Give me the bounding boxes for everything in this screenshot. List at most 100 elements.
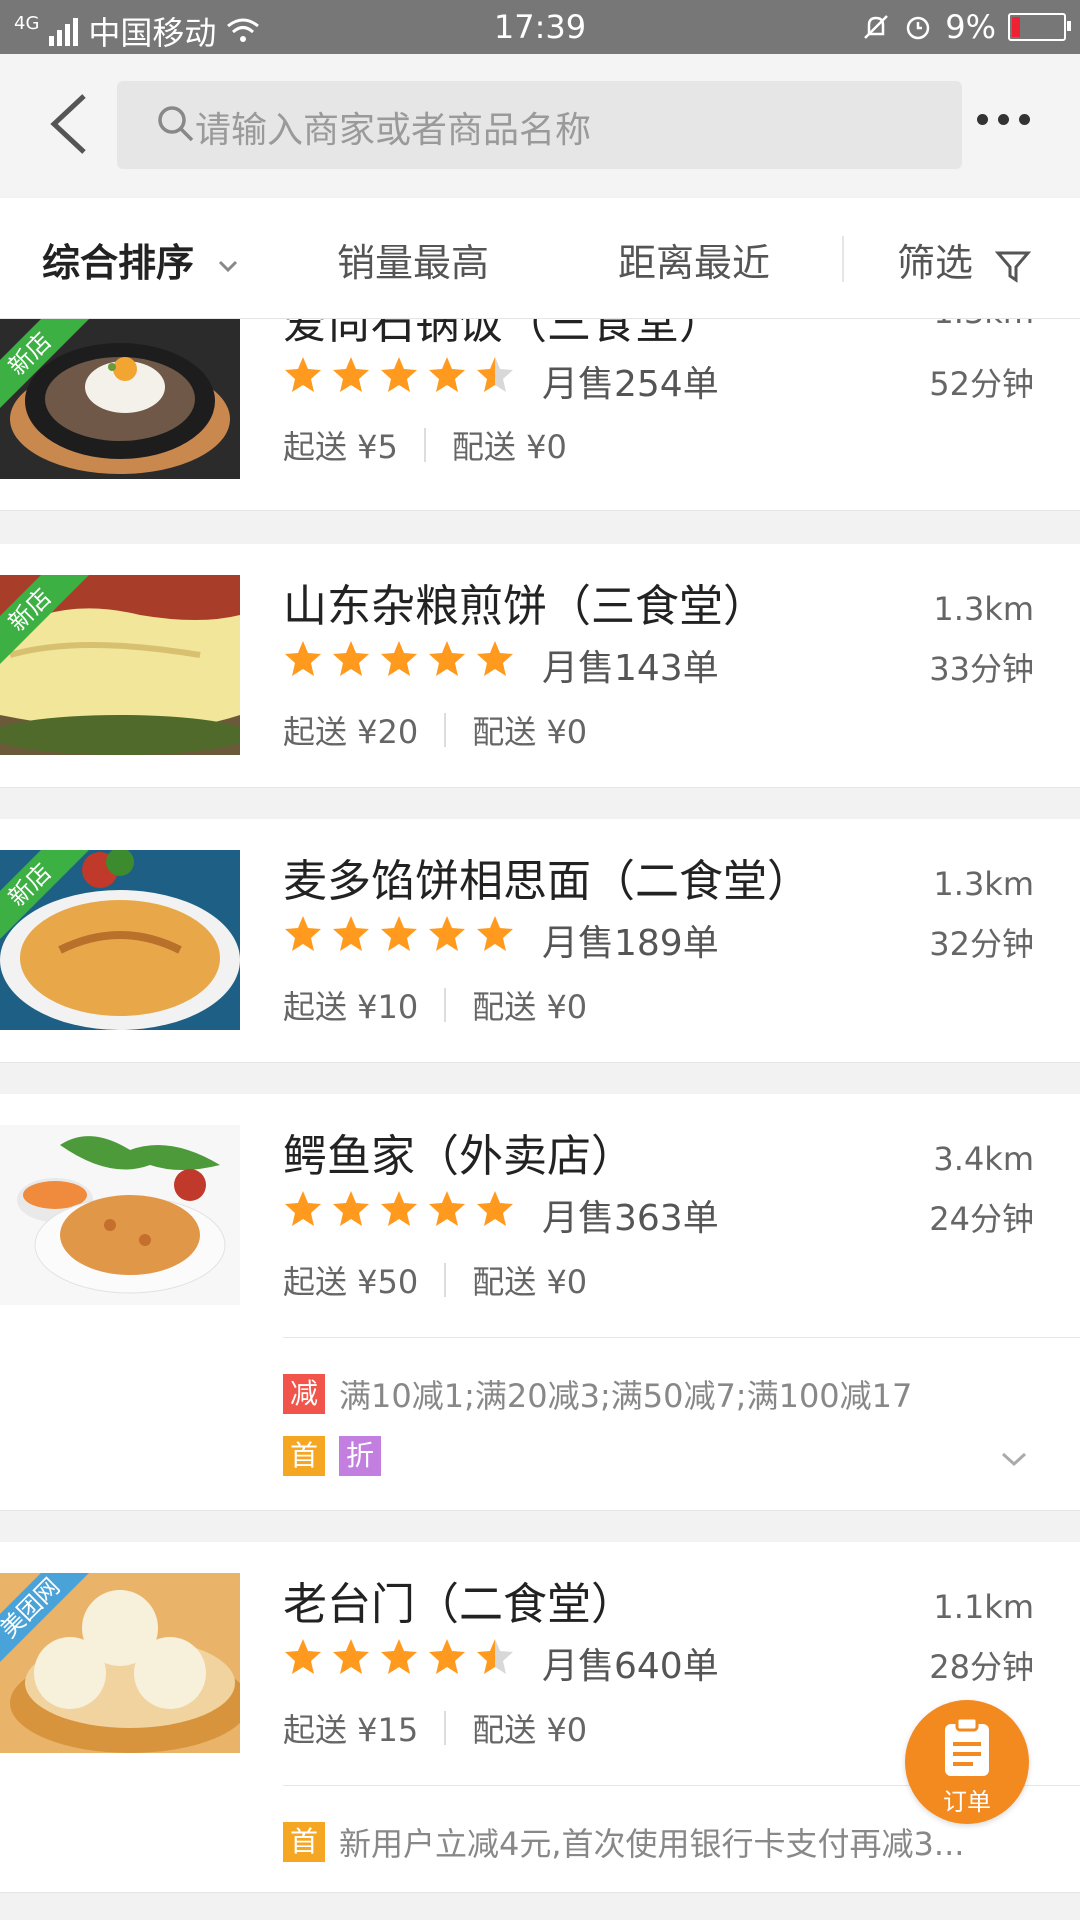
tab-nearest[interactable]: 距离最近 xyxy=(618,232,770,287)
delivery-fee: 配送 ¥0 xyxy=(472,1263,588,1301)
tab-comprehensive-sort[interactable]: 综合排序 xyxy=(42,232,239,287)
delivery-time: 33分钟 xyxy=(929,650,1034,688)
store-distance: 1.3km xyxy=(933,590,1034,628)
store-card[interactable]: 新店 爱尚石锅饭（三食堂） 1.3km 月售254单 52分钟 起送 ¥5 配送 … xyxy=(0,319,1080,511)
divider xyxy=(842,236,844,282)
clipboard-icon xyxy=(945,1716,989,1776)
fee-row: 起送 ¥15 配送 ¥0 xyxy=(283,1705,587,1751)
rating-stars xyxy=(283,1637,515,1677)
star-icon xyxy=(285,357,321,392)
store-distance: 1.3km xyxy=(933,865,1034,903)
first-order-text: 新用户立减4元,首次使用银行卡支付再减3... xyxy=(339,1825,965,1863)
back-arrow-icon[interactable] xyxy=(44,92,94,156)
rating-stars xyxy=(283,1189,515,1229)
delivery-time: 28分钟 xyxy=(929,1648,1034,1686)
discount-text: 满10减1;满20减3;满50减7;满100减17 xyxy=(339,1377,913,1415)
min-order: 起送 ¥10 xyxy=(283,988,419,1026)
star-icon xyxy=(429,1191,465,1226)
orders-fab[interactable]: 订单 xyxy=(905,1700,1029,1824)
store-list: 新店 爱尚石锅饭（三食堂） 1.3km 月售254单 52分钟 起送 ¥5 配送 … xyxy=(0,319,1080,1920)
rating-stars xyxy=(283,639,515,679)
store-name: 山东杂粮煎饼（三食堂） xyxy=(283,581,767,632)
star-icon xyxy=(477,916,513,951)
mute-icon xyxy=(864,15,889,39)
discount-tag: 减 xyxy=(283,1374,325,1414)
star-icon xyxy=(429,916,465,951)
rating-stars xyxy=(283,914,515,954)
store-card[interactable]: 新店 麦多馅饼相思面（二食堂） 1.3km 月售189单 32分钟 起送 ¥10… xyxy=(0,819,1080,1063)
store-card[interactable]: 新店 山东杂粮煎饼（三食堂） 1.3km 月售143单 33分钟 起送 ¥20 配… xyxy=(0,544,1080,788)
star-icon xyxy=(477,641,513,676)
tab-sales-highest[interactable]: 销量最高 xyxy=(337,232,489,287)
store-image: 新店 xyxy=(0,850,240,1030)
search-header: 请输入商家或者商品名称 xyxy=(0,54,1080,196)
monthly-sales: 月售640单 xyxy=(542,1646,719,1687)
tab-label: 销量最高 xyxy=(337,241,490,285)
store-image: 新店 xyxy=(0,319,240,479)
fee-row: 起送 ¥50 配送 ¥0 xyxy=(283,1257,587,1303)
star-icon xyxy=(333,1191,369,1226)
store-card[interactable]: 美团网 老台门（二食堂） 1.1km 月售640单 28分钟 起送 ¥15 配送 … xyxy=(0,1542,1080,1893)
star-icon xyxy=(381,916,417,951)
star-icon xyxy=(333,916,369,951)
star-icon xyxy=(381,1191,417,1226)
promo-tags-row: 首 折 xyxy=(283,1436,395,1476)
star-icon xyxy=(381,1639,417,1674)
star-icon xyxy=(285,641,321,676)
promo-discount-row: 减 满10减1;满20减3;满50减7;满100减17 xyxy=(283,1371,912,1417)
store-image: 美团网 xyxy=(0,1573,240,1753)
delivery-time: 24分钟 xyxy=(929,1200,1034,1238)
star-icon xyxy=(333,357,369,392)
delivery-fee: 配送 ¥0 xyxy=(472,1711,588,1749)
chevron-down-icon xyxy=(219,260,238,272)
star-icon xyxy=(333,641,369,676)
first-order-tag: 首 xyxy=(283,1436,325,1476)
more-icon[interactable] xyxy=(977,114,1030,125)
delivery-fee: 配送 ¥0 xyxy=(472,713,588,751)
delivery-time: 52分钟 xyxy=(929,365,1034,403)
delivery-time: 32分钟 xyxy=(929,925,1034,963)
store-image xyxy=(0,1125,240,1305)
star-icon xyxy=(477,357,513,392)
search-icon xyxy=(158,106,194,142)
search-placeholder: 请输入商家或者商品名称 xyxy=(195,110,592,151)
star-icon xyxy=(477,1191,513,1226)
delivery-fee: 配送 ¥0 xyxy=(472,988,588,1026)
min-order: 起送 ¥15 xyxy=(283,1711,419,1749)
star-icon xyxy=(285,1191,321,1226)
store-name: 爱尚石锅饭（三食堂） xyxy=(283,319,723,349)
search-input[interactable]: 请输入商家或者商品名称 xyxy=(117,81,962,169)
store-card[interactable]: 鳄鱼家（外卖店） 3.4km 月售363单 24分钟 起送 ¥50 配送 ¥0 减… xyxy=(0,1094,1080,1511)
monthly-sales: 月售363单 xyxy=(542,1198,719,1239)
star-icon xyxy=(429,1639,465,1674)
alarm-icon xyxy=(906,16,930,40)
star-icon xyxy=(285,1639,321,1674)
star-icon xyxy=(429,641,465,676)
battery-percent: 9% xyxy=(945,8,996,46)
monthly-sales: 月售189单 xyxy=(542,923,719,964)
fee-row: 起送 ¥10 配送 ¥0 xyxy=(283,982,587,1028)
discount-off-tag: 折 xyxy=(339,1436,381,1476)
tab-filter[interactable]: 筛选 xyxy=(897,232,1032,287)
min-order: 起送 ¥50 xyxy=(283,1263,419,1301)
first-order-tag: 首 xyxy=(283,1822,325,1862)
delivery-fee: 配送 ¥0 xyxy=(451,428,567,466)
divider xyxy=(283,1337,1080,1338)
store-image: 新店 xyxy=(0,575,240,755)
store-name: 鳄鱼家（外卖店） xyxy=(283,1131,635,1182)
store-name: 麦多馅饼相思面（二食堂） xyxy=(283,856,811,907)
sort-bar: 综合排序 销量最高 距离最近 筛选 xyxy=(0,198,1080,319)
star-icon xyxy=(429,357,465,392)
star-icon xyxy=(381,641,417,676)
monthly-sales: 月售254单 xyxy=(542,364,719,405)
star-icon xyxy=(477,1639,513,1674)
promo-first-row: 首 新用户立减4元,首次使用银行卡支付再减3... xyxy=(283,1819,964,1865)
expand-chevron-icon[interactable] xyxy=(1000,1450,1028,1468)
min-order: 起送 ¥5 xyxy=(283,428,398,466)
store-distance: 1.3km xyxy=(933,319,1034,331)
tab-label: 距离最近 xyxy=(618,241,771,285)
tab-label: 综合排序 xyxy=(42,241,195,285)
star-icon xyxy=(381,357,417,392)
store-distance: 3.4km xyxy=(933,1140,1034,1178)
battery-icon xyxy=(1008,13,1071,41)
